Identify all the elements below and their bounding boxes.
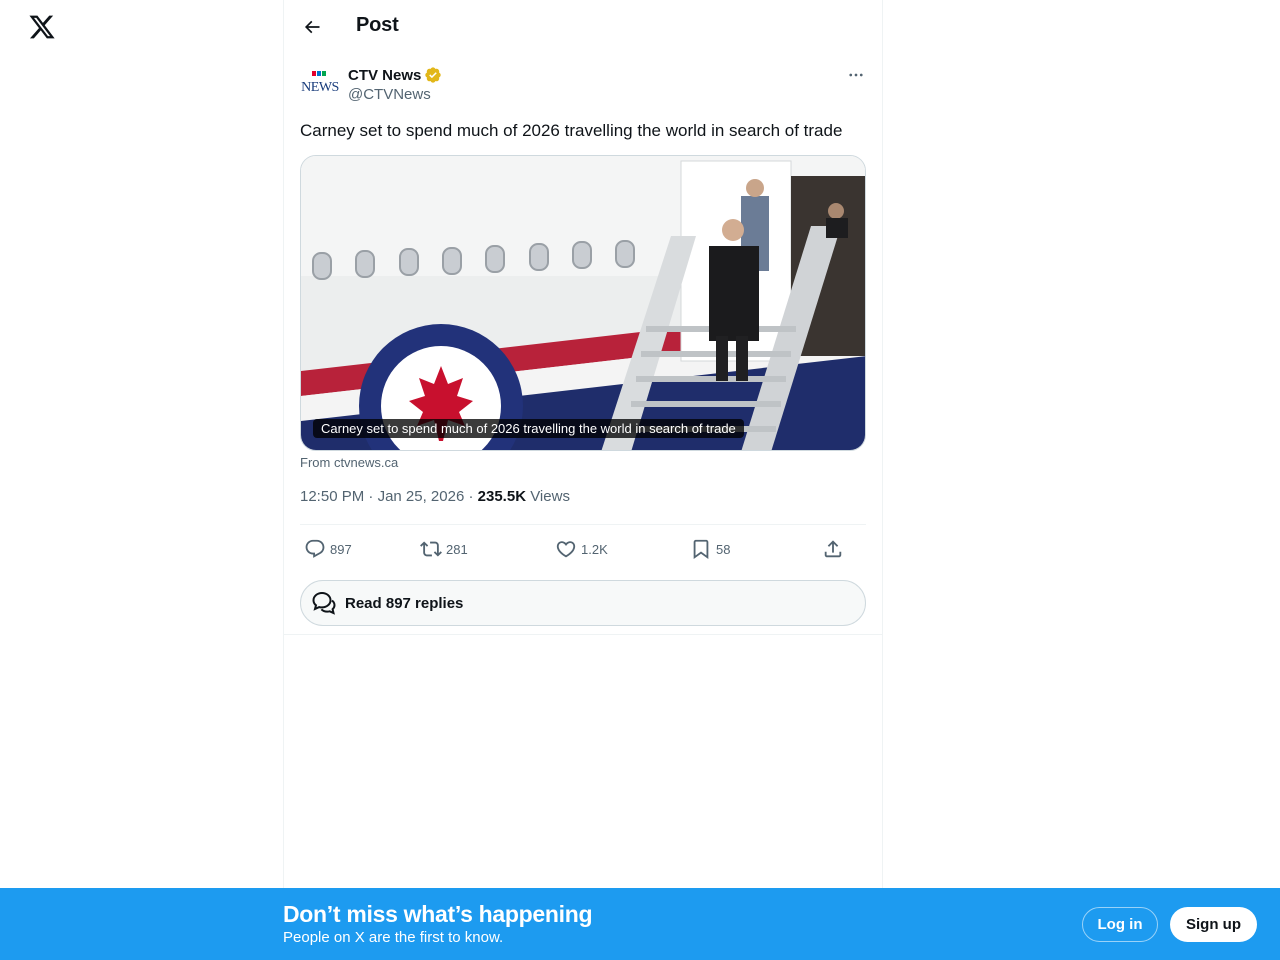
more-horizontal-icon [849,73,863,77]
author-name[interactable]: CTV News [348,66,442,84]
divider [300,524,866,525]
divider [284,634,883,635]
main-column: Post NEWS CTV News @CTVNews Carney set t… [283,0,883,960]
share-icon [824,540,842,558]
meta-separator: · [464,488,478,505]
verified-badge-icon [425,67,442,83]
chat-bubbles-icon [312,591,336,615]
heart-icon [556,541,576,558]
bookmark-button[interactable]: 58 [690,533,730,565]
banner-title: Don’t miss what’s happening [283,901,593,927]
page-header: Post [284,0,883,53]
arrow-left-icon [304,20,320,34]
card-image [301,156,865,450]
x-logo-icon[interactable] [28,13,56,41]
signup-banner: Don’t miss what’s happening People on X … [0,888,1280,960]
card-source[interactable]: From ctvnews.ca [300,455,398,470]
repost-button[interactable]: 281 [420,533,468,565]
share-button[interactable] [822,533,844,565]
bookmark-icon [693,539,709,560]
login-button[interactable]: Log in [1082,907,1158,942]
views-label: Views [530,488,570,505]
more-button[interactable] [844,65,868,85]
signup-button[interactable]: Sign up [1170,907,1257,942]
post-date[interactable]: Jan 25, 2026 [378,488,465,505]
back-button[interactable] [296,11,328,43]
post-actions: 897 281 1.2K 58 [300,533,866,565]
read-replies-button[interactable]: Read 897 replies [300,580,866,626]
svg-text:NEWS: NEWS [301,80,339,95]
page-title: Post [356,14,399,36]
author-handle[interactable]: @CTVNews [348,86,431,103]
read-replies-label: Read 897 replies [345,594,464,612]
post-text: Carney set to spend much of 2026 travell… [300,121,843,140]
post-time[interactable]: 12:50 PM [300,488,364,505]
post-author: NEWS CTV News @CTVNews [300,63,868,107]
post-meta: 12:50 PM · Jan 25, 2026 · 235.5K Views [300,488,570,505]
avatar[interactable]: NEWS [300,63,340,103]
meta-separator: · [364,488,378,505]
repost-icon [420,541,442,557]
reply-icon [305,539,325,558]
like-button[interactable]: 1.2K [555,533,608,565]
reply-button[interactable]: 897 [304,533,352,565]
card-caption: Carney set to spend much of 2026 travell… [313,419,744,438]
banner-subtitle: People on X are the first to know. [283,929,504,946]
views-count: 235.5K [477,488,527,505]
link-card[interactable]: Carney set to spend much of 2026 travell… [300,155,866,451]
